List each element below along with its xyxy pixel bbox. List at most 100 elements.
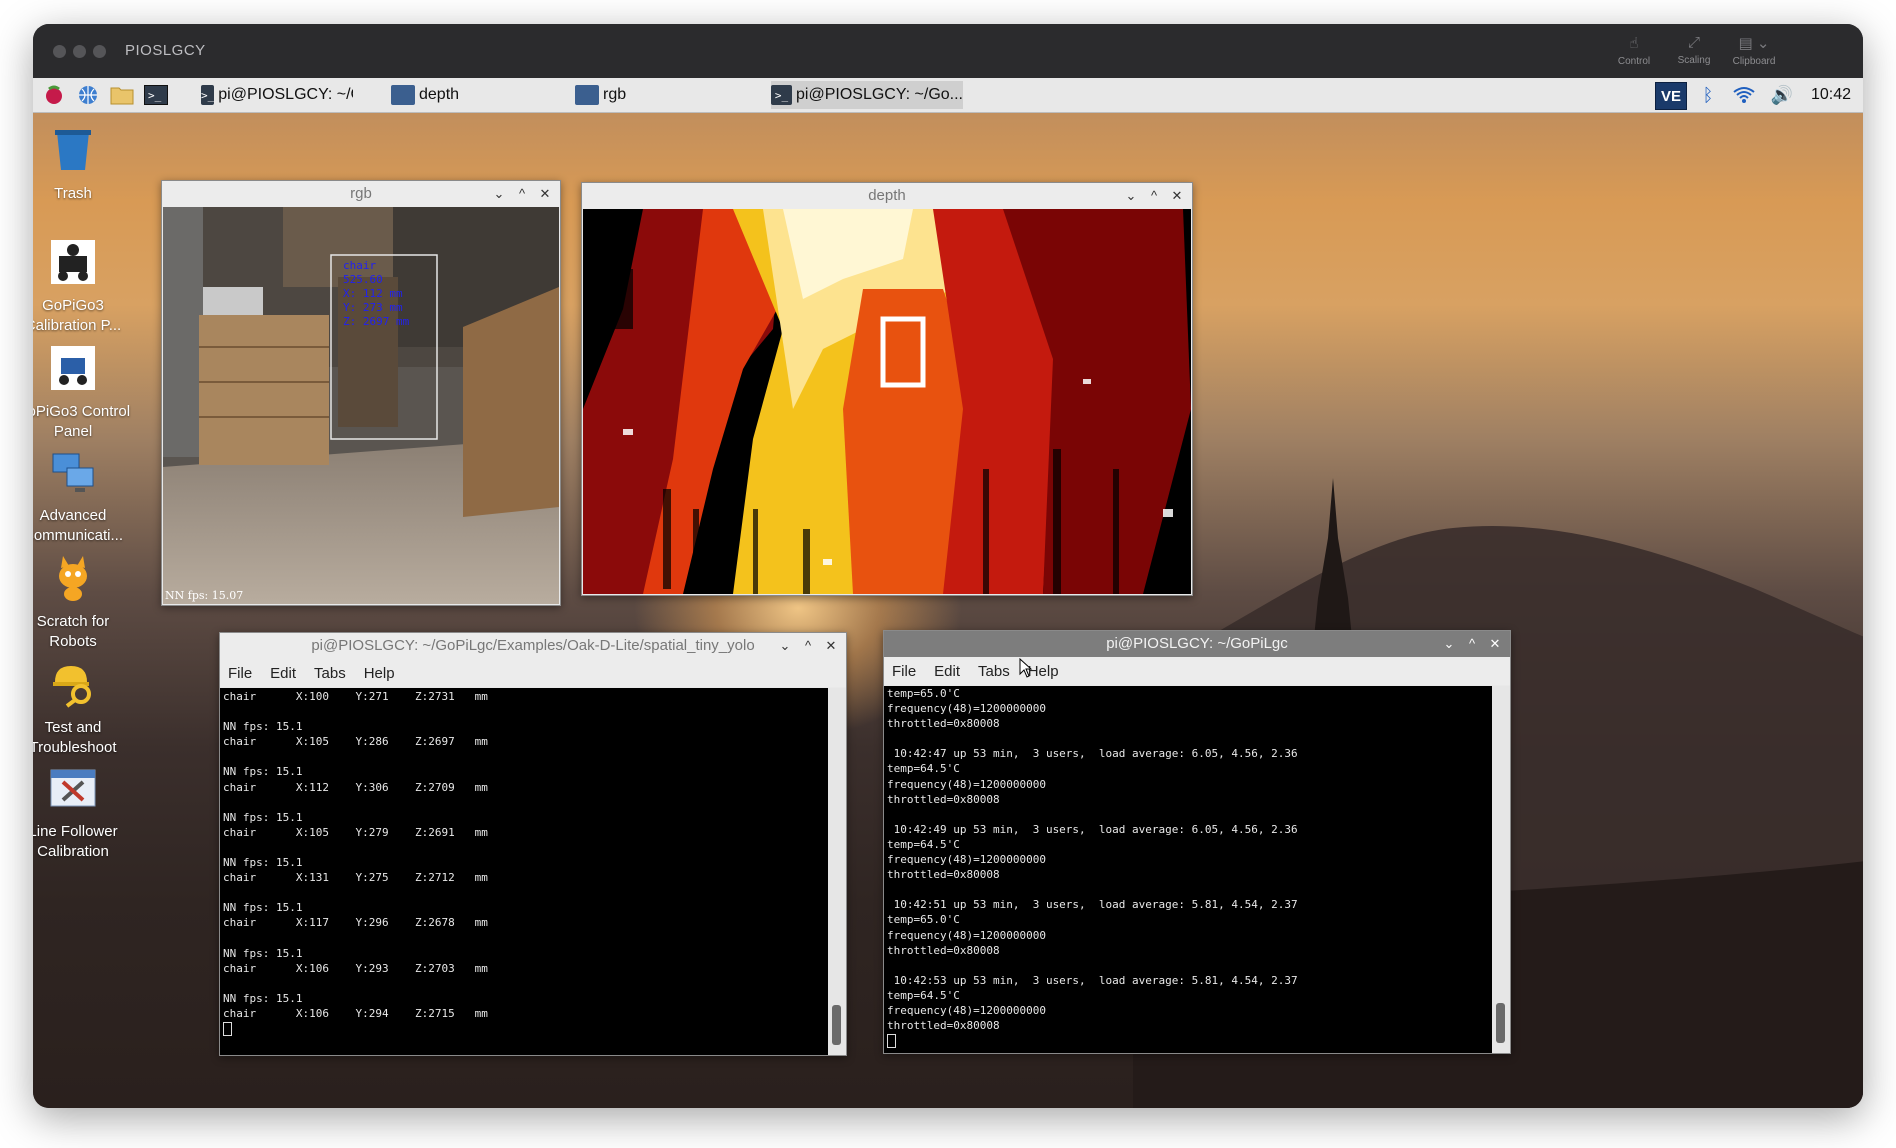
menu-tabs[interactable]: Tabs xyxy=(978,663,1010,680)
depth-heatmap xyxy=(583,209,1191,594)
pi-taskbar: >_ >_ pi@PIOSLGCY: ~/Go... depth rgb >_ … xyxy=(33,78,1863,113)
rgb-camera-feed: chair 525.60 X: 112 mm Y: 273 mm Z: 2697… xyxy=(163,207,559,604)
close-icon[interactable]: ✕ xyxy=(1166,183,1188,209)
expand-icon: ⤢ xyxy=(1687,34,1700,51)
desktop-icon-scratch[interactable]: Scratch for Robots xyxy=(33,554,133,652)
chevron-down-icon[interactable]: ⌄ xyxy=(488,181,510,207)
vnc-window: PIOSLGCY ☝ Control ⤢ Scaling ▤ ⌄ Clipboa… xyxy=(33,24,1863,1108)
task-terminal-1[interactable]: >_ pi@PIOSLGCY: ~/Go... xyxy=(201,81,353,109)
chevron-down-icon[interactable]: ⌄ xyxy=(1120,183,1142,209)
menu-tabs[interactable]: Tabs xyxy=(314,665,346,682)
terminal-2-output[interactable]: temp=65.0'C frequency(48)=1200000000 thr… xyxy=(884,686,1492,1053)
task-label: pi@PIOSLGCY: ~/Go... xyxy=(218,86,353,103)
scroll-thumb[interactable] xyxy=(1496,1003,1505,1043)
desktop-icon-label: GoPiGo3 Calibration P... xyxy=(33,297,122,334)
gopigo-panel-icon xyxy=(51,346,95,390)
zoom-dot[interactable] xyxy=(93,45,106,58)
menu-help[interactable]: Help xyxy=(364,665,395,682)
terminal-cursor xyxy=(887,1034,896,1049)
menu-edit[interactable]: Edit xyxy=(934,663,960,680)
rgb-window: rgb ⌄ ^ ✕ chair 525.60 X: 112 mm Y: 273 … xyxy=(161,180,561,606)
desktop-icon-troubleshoot[interactable]: Test and Troubleshoot xyxy=(33,660,133,758)
terminal-icon: >_ xyxy=(771,85,793,105)
menu-file[interactable]: File xyxy=(892,663,916,680)
control-button[interactable]: ☝ Control xyxy=(1609,34,1659,67)
desktop-icon-label: GoPiGo3 Control Panel xyxy=(33,403,131,440)
scroll-thumb[interactable] xyxy=(832,1005,841,1045)
overlay-confidence: 525.60 xyxy=(343,273,383,286)
maximize-icon[interactable]: ^ xyxy=(797,633,819,659)
task-label: depth xyxy=(419,86,460,103)
vnc-title: PIOSLGCY xyxy=(125,42,206,59)
clipboard-button[interactable]: ▤ ⌄ Clipboard xyxy=(1729,34,1779,67)
control-label: Control xyxy=(1617,56,1651,67)
terminal-text: temp=65.0'C frequency(48)=1200000000 thr… xyxy=(887,687,1298,1033)
desktop-icon-label: Test and Troubleshoot xyxy=(33,719,117,756)
minimize-dot[interactable] xyxy=(73,45,86,58)
terminal-1-output[interactable]: chair X:100 Y:271 Z:2731 mm NN fps: 15.1… xyxy=(220,688,828,1055)
desktop-icon-control-panel[interactable]: GoPiGo3 Control Panel xyxy=(33,344,133,442)
fps-overlay: NN fps: 15.07 xyxy=(165,589,243,602)
menu-edit[interactable]: Edit xyxy=(270,665,296,682)
remote-desktop: >_ >_ pi@PIOSLGCY: ~/Go... depth rgb >_ … xyxy=(33,78,1863,1108)
window-title: rgb xyxy=(350,185,372,202)
depth-titlebar[interactable]: depth ⌄ ^ ✕ xyxy=(582,183,1192,209)
close-icon[interactable]: ✕ xyxy=(534,181,556,207)
terminal-1-titlebar[interactable]: pi@PIOSLGCY: ~/GoPiLgc/Examples/Oak-D-Li… xyxy=(220,633,846,659)
raspberry-menu-icon[interactable] xyxy=(41,82,67,108)
overlay-label: chair xyxy=(343,259,376,272)
chevron-down-icon[interactable]: ⌄ xyxy=(1438,631,1460,657)
browser-globe-icon[interactable] xyxy=(75,82,101,108)
rgb-titlebar[interactable]: rgb ⌄ ^ ✕ xyxy=(162,181,560,207)
desktop-icon-line-follower[interactable]: Line Follower Calibration xyxy=(33,764,133,862)
vnc-tray-label: VE xyxy=(1660,87,1681,105)
file-manager-icon[interactable] xyxy=(109,82,135,108)
maximize-icon[interactable]: ^ xyxy=(1461,631,1483,657)
terminal-window-gopilgc: pi@PIOSLGCY: ~/GoPiLgc ⌄ ^ ✕ File Edit T… xyxy=(883,630,1511,1054)
mouse-pointer-icon xyxy=(1019,658,1033,678)
task-label: pi@PIOSLGCY: ~/Go... xyxy=(796,86,963,103)
close-dot[interactable] xyxy=(53,45,66,58)
desktop-icon-trash[interactable]: Trash xyxy=(33,126,133,204)
hardhat-magnifier-icon xyxy=(53,666,91,708)
terminal-2-menubar: File Edit Tabs Help xyxy=(884,657,1510,685)
terminal-2-titlebar[interactable]: pi@PIOSLGCY: ~/GoPiLgc ⌄ ^ ✕ xyxy=(884,631,1510,657)
close-icon[interactable]: ✕ xyxy=(1484,631,1506,657)
maximize-icon[interactable]: ^ xyxy=(511,181,533,207)
tools-icon xyxy=(50,769,96,807)
task-terminal-2[interactable]: >_ pi@PIOSLGCY: ~/Go... xyxy=(771,81,963,109)
desktop-icon-advanced-comm[interactable]: Advanced Communicati... xyxy=(33,448,133,546)
overlay-y: Y: 273 mm xyxy=(343,301,403,314)
bluetooth-icon[interactable]: ᛒ xyxy=(1695,82,1721,108)
wifi-icon[interactable] xyxy=(1729,82,1759,108)
terminal-2-scrollbar[interactable] xyxy=(1492,686,1510,1053)
clipboard-label: Clipboard xyxy=(1732,56,1776,67)
desktop-icon-label: Line Follower Calibration xyxy=(33,823,118,860)
desktop-icon-calibration[interactable]: GoPiGo3 Calibration P... xyxy=(33,238,133,336)
trash-icon xyxy=(55,130,91,170)
task-depth[interactable]: depth xyxy=(391,81,541,109)
scaling-button[interactable]: ⤢ Scaling xyxy=(1669,34,1719,66)
terminal-launcher-icon[interactable]: >_ xyxy=(143,82,169,108)
desktop-icon-label: Scratch for Robots xyxy=(36,613,110,650)
terminal-text: chair X:100 Y:271 Z:2731 mm NN fps: 15.1… xyxy=(223,690,488,1020)
task-label: rgb xyxy=(603,86,627,103)
depth-window: depth ⌄ ^ ✕ xyxy=(581,182,1193,596)
vnc-titlebar[interactable]: PIOSLGCY ☝ Control ⤢ Scaling ▤ ⌄ Clipboa… xyxy=(33,24,1863,78)
maximize-icon[interactable]: ^ xyxy=(1143,183,1165,209)
task-rgb[interactable]: rgb xyxy=(575,81,725,109)
window-title: depth xyxy=(868,187,906,204)
overlay-x: X: 112 mm xyxy=(343,287,403,300)
vnc-tray-icon[interactable]: VE xyxy=(1655,82,1687,110)
window-icon xyxy=(391,85,415,105)
terminal-icon: >_ xyxy=(201,85,215,105)
close-icon[interactable]: ✕ xyxy=(820,633,842,659)
volume-icon[interactable]: 🔊 xyxy=(1767,82,1797,108)
terminal-1-scrollbar[interactable] xyxy=(828,688,846,1055)
window-title: pi@PIOSLGCY: ~/GoPiLgc/Examples/Oak-D-Li… xyxy=(311,637,755,654)
clock[interactable]: 10:42 xyxy=(1811,86,1851,104)
menu-file[interactable]: File xyxy=(228,665,252,682)
terminal-cursor xyxy=(223,1022,232,1037)
chevron-down-icon[interactable]: ⌄ xyxy=(774,633,796,659)
terminal-window-yolo: pi@PIOSLGCY: ~/GoPiLgc/Examples/Oak-D-Li… xyxy=(219,632,847,1056)
